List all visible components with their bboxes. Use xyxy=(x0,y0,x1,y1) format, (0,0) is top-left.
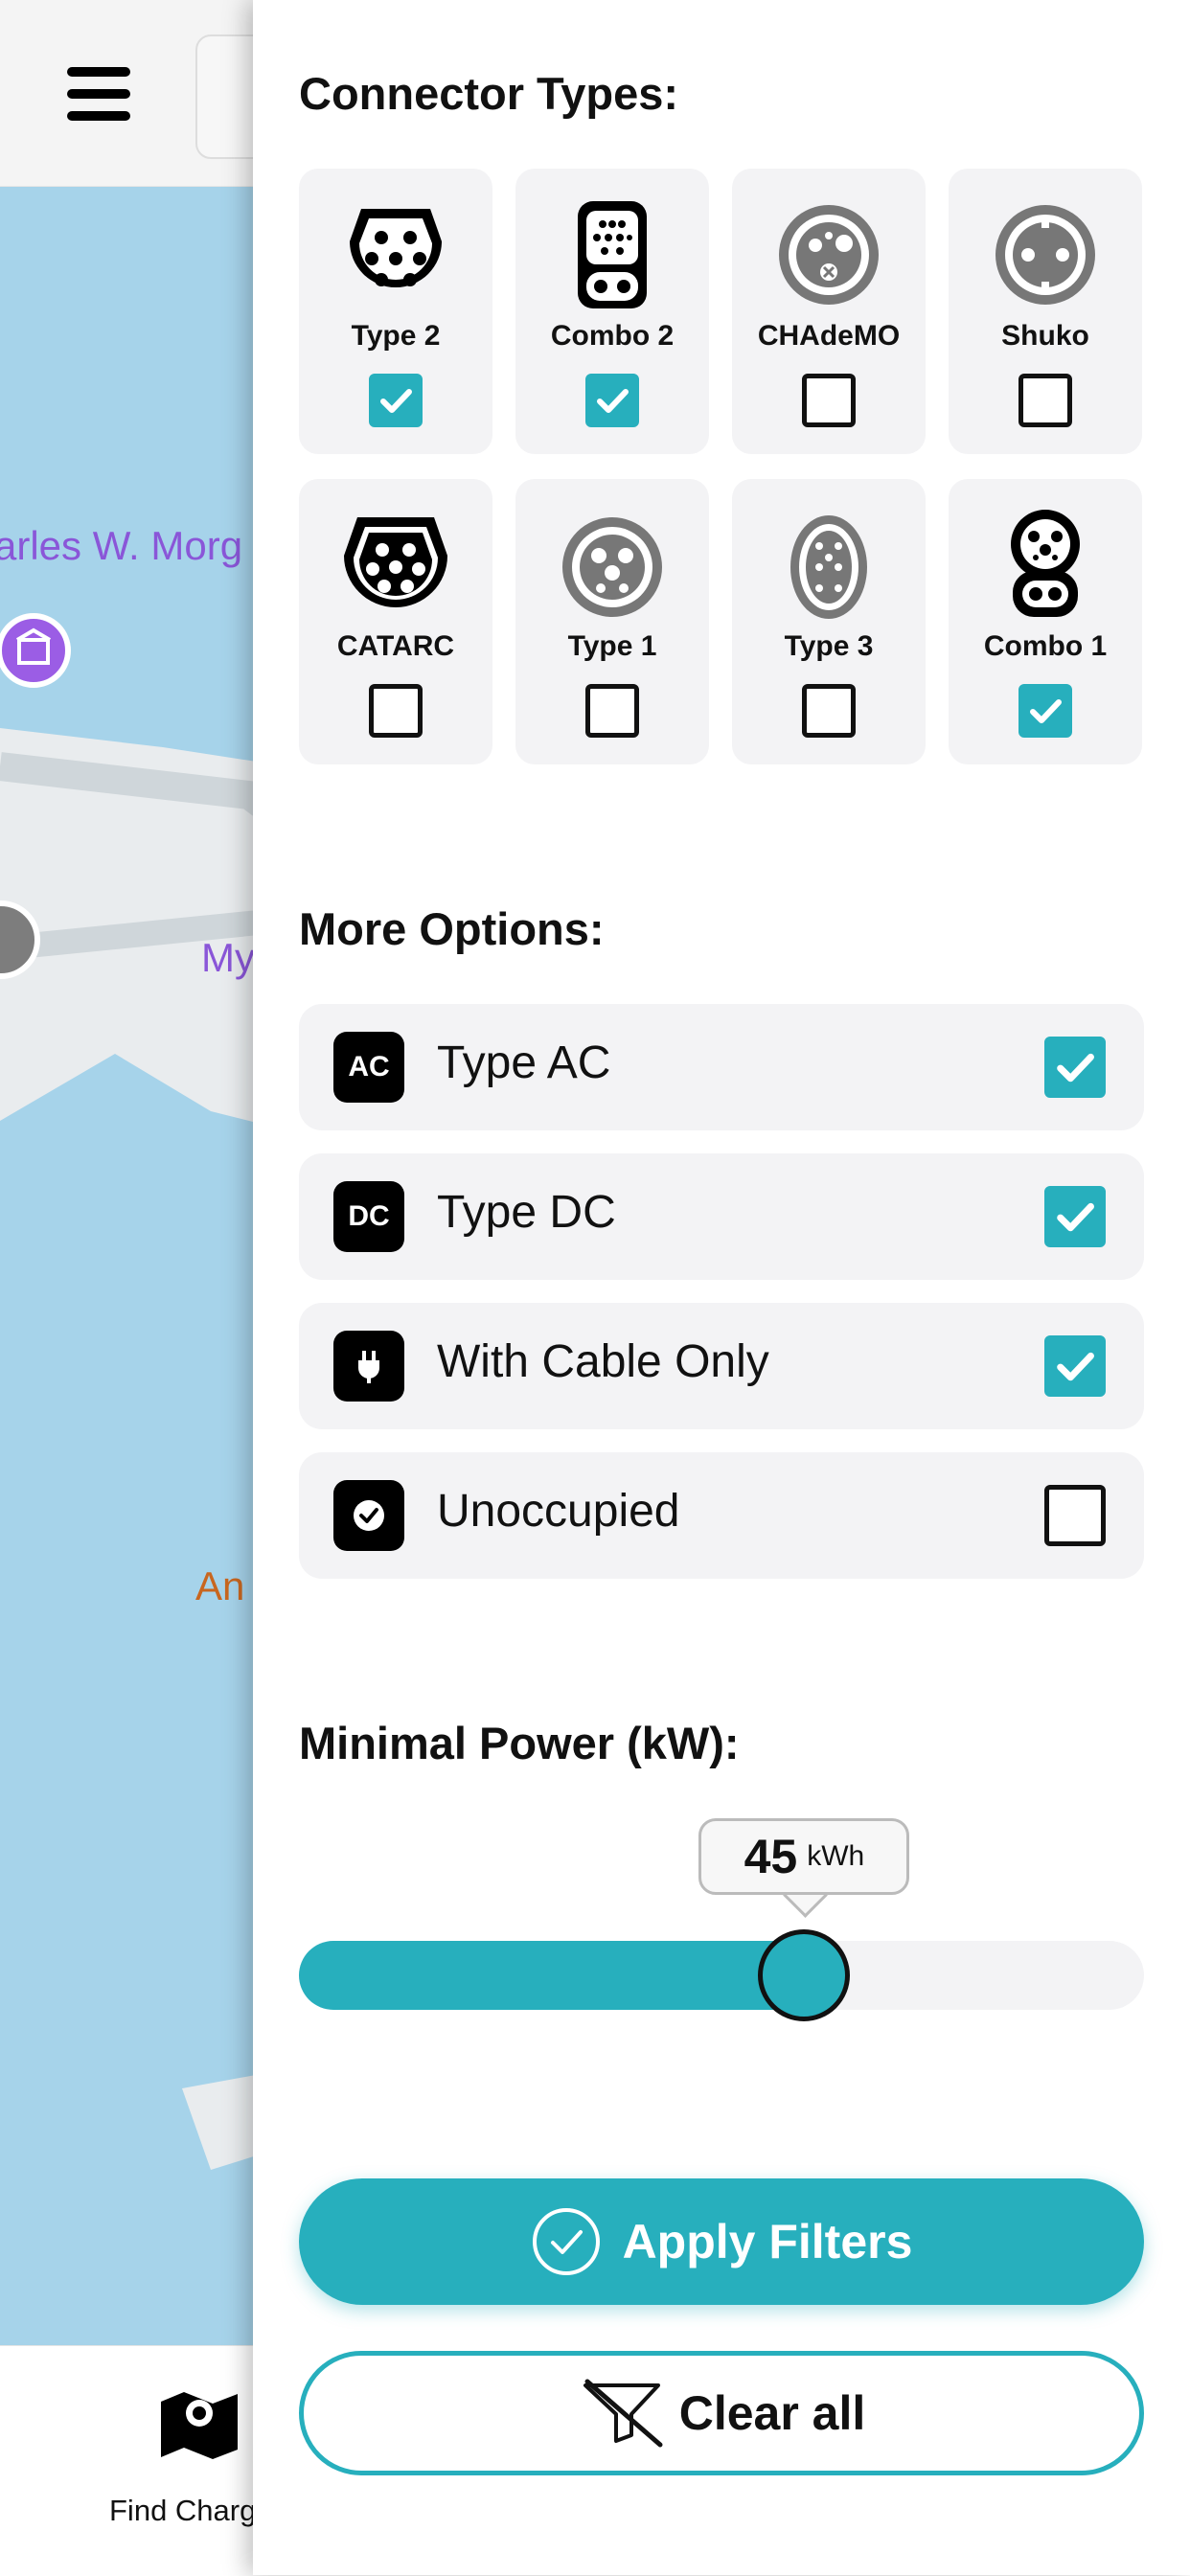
option-label: Type AC xyxy=(437,1037,611,1088)
option-checkbox-type-ac[interactable] xyxy=(1044,1037,1106,1098)
option-label: Type DC xyxy=(437,1187,616,1238)
map-icon[interactable] xyxy=(159,2388,240,2461)
connector-label: CHAdeMO xyxy=(757,320,901,352)
clear-filter-icon xyxy=(583,2379,663,2448)
map-label-mystic: My xyxy=(201,935,255,980)
connector-label: Combo 2 xyxy=(550,320,675,352)
connector-label: Type 1 xyxy=(567,630,657,662)
tab-find-chargers-label[interactable]: Find Charg xyxy=(109,2494,256,2528)
connector-card-type3[interactable]: Type 3 xyxy=(732,479,926,764)
connector-checkbox-shuko[interactable] xyxy=(1018,374,1072,427)
power-unit: kWh xyxy=(807,1840,865,1872)
power-slider-thumb[interactable] xyxy=(758,1929,851,2021)
map-label-an: An xyxy=(195,1563,245,1608)
connector-card-type2[interactable]: Type 2 xyxy=(299,169,492,454)
more-options-title: More Options: xyxy=(299,903,605,954)
filter-drawer: Connector Types: Type 2 Combo 2 CHAdeMO … xyxy=(253,0,1190,2575)
power-slider-fill xyxy=(299,1941,805,2010)
map-view[interactable]: arles W. Morg My An xyxy=(0,0,287,2575)
check-circle-icon xyxy=(333,1480,404,1551)
connector-label: Combo 1 xyxy=(983,630,1108,662)
power-value: 45 xyxy=(744,1830,798,1883)
connector-checkbox-type2[interactable] xyxy=(369,374,423,427)
connector-card-combo1[interactable]: Combo 1 xyxy=(949,479,1142,764)
option-label: With Cable Only xyxy=(437,1336,769,1387)
power-slider-track[interactable] xyxy=(299,1941,1144,2010)
ac-badge-icon: AC xyxy=(333,1032,404,1103)
connector-card-combo2[interactable]: Combo 2 xyxy=(515,169,709,454)
type2-connector-icon xyxy=(350,209,442,287)
option-row-unoccupied[interactable]: Unoccupied xyxy=(299,1452,1144,1579)
clear-all-label: Clear all xyxy=(678,2386,866,2440)
connector-card-shuko[interactable]: Shuko xyxy=(949,169,1142,454)
minimal-power-title: Minimal Power (kW): xyxy=(299,1718,740,1768)
museum-poi-icon[interactable] xyxy=(0,613,71,688)
option-row-type-ac[interactable]: AC Type AC xyxy=(299,1004,1144,1130)
connector-label: Shuko xyxy=(1001,320,1089,352)
plug-icon xyxy=(333,1331,404,1402)
connector-label: Type 3 xyxy=(784,630,874,662)
option-checkbox-unoccupied[interactable] xyxy=(1044,1485,1106,1546)
connector-checkbox-type1[interactable] xyxy=(585,684,639,738)
option-checkbox-type-dc[interactable] xyxy=(1044,1186,1106,1247)
menu-icon[interactable] xyxy=(67,67,130,121)
apply-filters-button[interactable]: Apply Filters xyxy=(299,2178,1144,2305)
dc-badge-icon: DC xyxy=(333,1181,404,1252)
type1-connector-icon xyxy=(562,517,662,617)
option-row-type-dc[interactable]: DC Type DC xyxy=(299,1153,1144,1280)
connector-types-title: Connector Types: xyxy=(299,68,679,119)
connector-card-type1[interactable]: Type 1 xyxy=(515,479,709,764)
map-land-shapes xyxy=(0,728,287,2170)
chademo-connector-icon xyxy=(779,205,879,305)
connector-checkbox-chademo[interactable] xyxy=(802,374,856,427)
catarc-connector-icon xyxy=(344,517,447,607)
map-label-morgan: arles W. Morg xyxy=(0,523,243,568)
connector-card-catarc[interactable]: CATARC xyxy=(299,479,492,764)
clear-all-button[interactable]: Clear all xyxy=(299,2351,1144,2475)
apply-filters-label: Apply Filters xyxy=(622,2215,913,2268)
option-label: Unoccupied xyxy=(437,1486,680,1537)
connector-checkbox-catarc[interactable] xyxy=(369,684,423,738)
shuko-connector-icon xyxy=(995,205,1095,305)
connector-checkbox-combo1[interactable] xyxy=(1018,684,1072,738)
connector-label: Type 2 xyxy=(351,320,441,352)
connector-card-chademo[interactable]: CHAdeMO xyxy=(732,169,926,454)
check-circle-icon xyxy=(532,2208,600,2275)
map-top-bar xyxy=(0,0,314,187)
connector-checkbox-combo2[interactable] xyxy=(585,374,639,427)
combo2-connector-icon xyxy=(578,201,647,308)
bottom-tab-bar: Find Charg xyxy=(0,2345,287,2576)
slider-value-tooltip: 45 kWh xyxy=(698,1818,910,1895)
connector-checkbox-type3[interactable] xyxy=(802,684,856,738)
type3-connector-icon xyxy=(790,515,867,619)
connector-label: CATARC xyxy=(336,630,455,662)
combo1-connector-icon xyxy=(1011,510,1080,617)
option-row-with-cable[interactable]: With Cable Only xyxy=(299,1303,1144,1429)
option-checkbox-with-cable[interactable] xyxy=(1044,1335,1106,1397)
